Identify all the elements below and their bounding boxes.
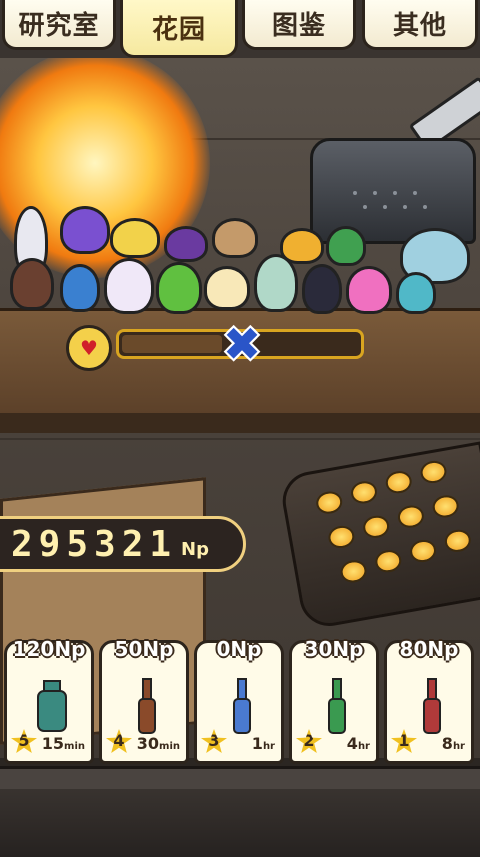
bottle-icon [37,680,67,732]
creature-eggplant[interactable] [164,226,208,262]
heart-icon: ♥ [66,325,112,371]
creature-penguin[interactable] [302,264,342,314]
creature-blue[interactable] [60,264,100,312]
fertilizer-card[interactable]: 80Np 1 8hr [384,637,474,764]
footer-rail [0,769,480,789]
fertilizer-cards: 120Np 5 15min 50Np 4 30min 0Np 3 1hr 30N… [0,637,480,765]
creature-ghost[interactable] [254,254,298,312]
creature-green[interactable] [156,262,202,314]
fertilizer-card[interactable]: 30Np 2 4hr [289,637,379,764]
money-unit: Np [181,538,209,560]
cross-icon[interactable]: ✖ [218,317,266,371]
tab-lab[interactable]: 研究室 [2,0,116,50]
creature-bread[interactable] [204,266,250,310]
creature-banana[interactable] [110,218,160,258]
creature-pink[interactable] [346,266,392,314]
fertilizer-card[interactable]: 120Np 5 15min [4,637,94,764]
creature-purple[interactable] [60,206,110,254]
creature-fish[interactable] [396,272,436,314]
tab-other[interactable]: 其他 [362,0,478,50]
shelf-edge [0,413,480,433]
wall-plank [0,438,480,440]
creature-leaf[interactable] [326,226,366,266]
tab-encyclopedia[interactable]: 图鉴 [242,0,356,50]
bottle-icon [423,678,441,734]
money-value: 295321 [11,523,178,565]
gauge-fill [122,335,222,353]
creature-potato[interactable] [212,218,258,258]
money-counter: 295321 Np [0,516,246,572]
creature-cupcake[interactable] [10,258,54,310]
fertilizer-card[interactable]: 50Np 4 30min [99,637,189,764]
creature-radish[interactable] [104,258,154,314]
bottle-icon [233,678,251,734]
bottle-icon [138,678,156,734]
roller-drum[interactable] [278,441,480,631]
footer-panel [0,766,480,857]
bottle-icon [328,678,346,734]
top-tab-bar: 研究室 花园 图鉴 其他 [0,0,480,58]
tab-garden[interactable]: 花园 [120,0,238,58]
fertilizer-card[interactable]: 0Np 3 1hr [194,637,284,764]
